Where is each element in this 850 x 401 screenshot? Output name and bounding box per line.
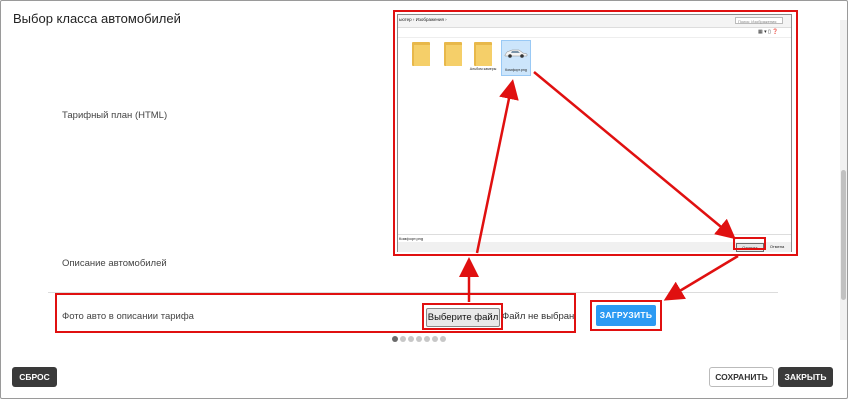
arrow-to-open [533, 71, 736, 240]
pagination-dot[interactable] [416, 336, 422, 342]
arrow-to-file [475, 79, 519, 254]
reset-button[interactable]: СБРОС [12, 367, 57, 387]
pagination-dot[interactable] [424, 336, 430, 342]
pagination-dot[interactable] [408, 336, 414, 342]
pagination-dot[interactable] [440, 336, 446, 342]
pagination-dot[interactable] [392, 336, 398, 342]
save-button[interactable]: СОХРАНИТЬ [709, 367, 774, 387]
pagination-dot[interactable] [432, 336, 438, 342]
pagination-dot[interactable] [400, 336, 406, 342]
close-button[interactable]: ЗАКРЫТЬ [778, 367, 833, 387]
pagination-dots [392, 336, 448, 343]
arrow-to-upload [663, 254, 739, 301]
